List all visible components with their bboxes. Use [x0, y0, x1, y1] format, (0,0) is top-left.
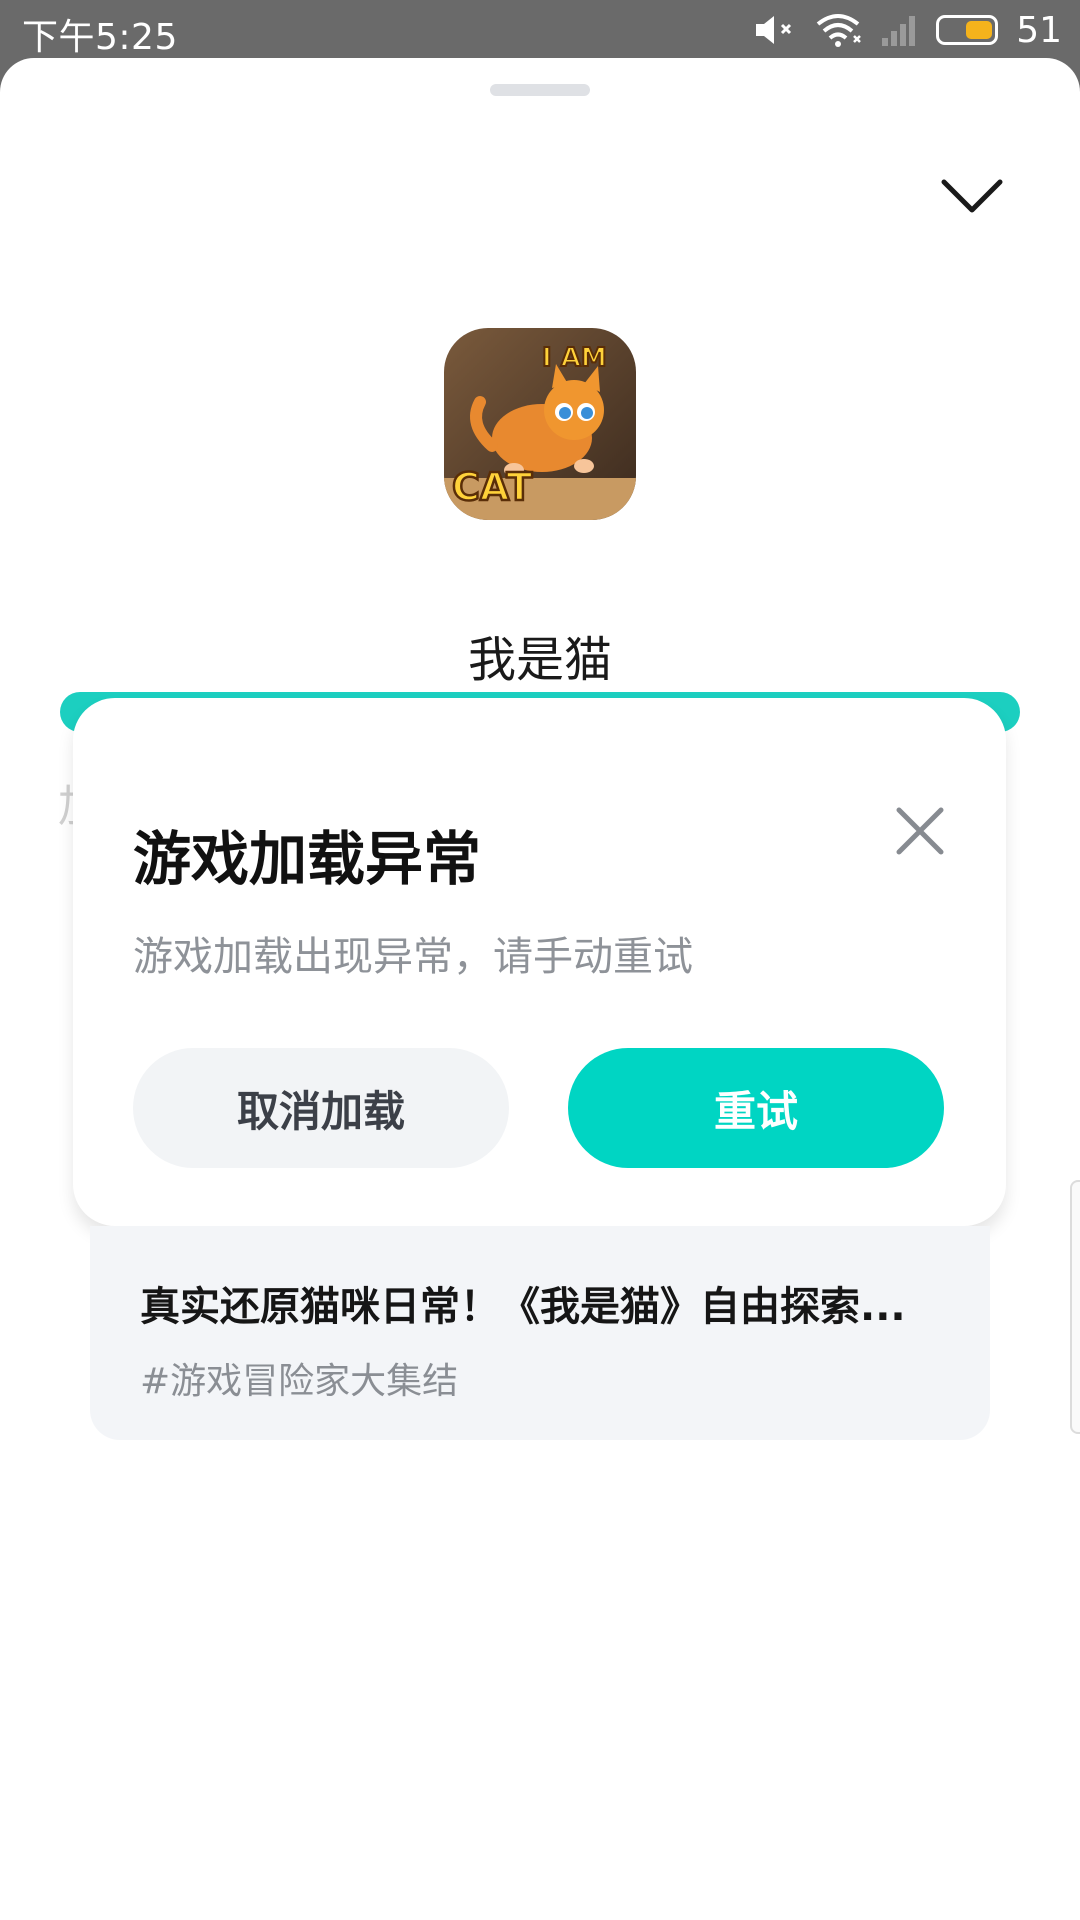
drag-handle[interactable] [490, 84, 590, 96]
topic-card[interactable]: 真实还原猫咪日常！《我是猫》自由探索... #游戏冒险家大集结 [90, 1226, 990, 1440]
signal-icon [882, 16, 916, 46]
load-error-dialog: 游戏加载异常 游戏加载出现异常，请手动重试 取消加载 重试 [73, 698, 1006, 1226]
close-icon[interactable] [893, 804, 947, 858]
retry-button[interactable]: 重试 [568, 1048, 944, 1168]
cancel-loading-button[interactable]: 取消加载 [133, 1048, 509, 1168]
svg-text:I AM: I AM [542, 343, 607, 373]
battery-percent: 51 [1016, 9, 1062, 51]
svg-text:CAT: CAT [452, 465, 532, 509]
status-time: 下午5:25 [22, 17, 178, 58]
app-name: 我是猫 [467, 632, 612, 688]
dialog-title: 游戏加载异常 [133, 825, 482, 893]
mute-icon [756, 16, 792, 44]
edge-scroll-handle [1070, 1180, 1080, 1434]
dialog-message: 游戏加载出现异常，请手动重试 [133, 934, 693, 980]
wifi-icon [816, 14, 862, 47]
app-icon: I AM CAT [444, 328, 636, 520]
status-icons: 51 [752, 8, 1062, 52]
topic-hashtag[interactable]: #游戏冒险家大集结 [140, 1352, 458, 1404]
status-bar: 下午5:25 51 [0, 0, 1080, 60]
cat-game-icon: I AM CAT [444, 328, 636, 520]
battery-icon [936, 15, 999, 45]
battery-level-fill [966, 21, 993, 39]
chevron-down-icon[interactable] [932, 168, 1012, 228]
topic-title: 真实还原猫咪日常！《我是猫》自由探索... [140, 1284, 906, 1330]
